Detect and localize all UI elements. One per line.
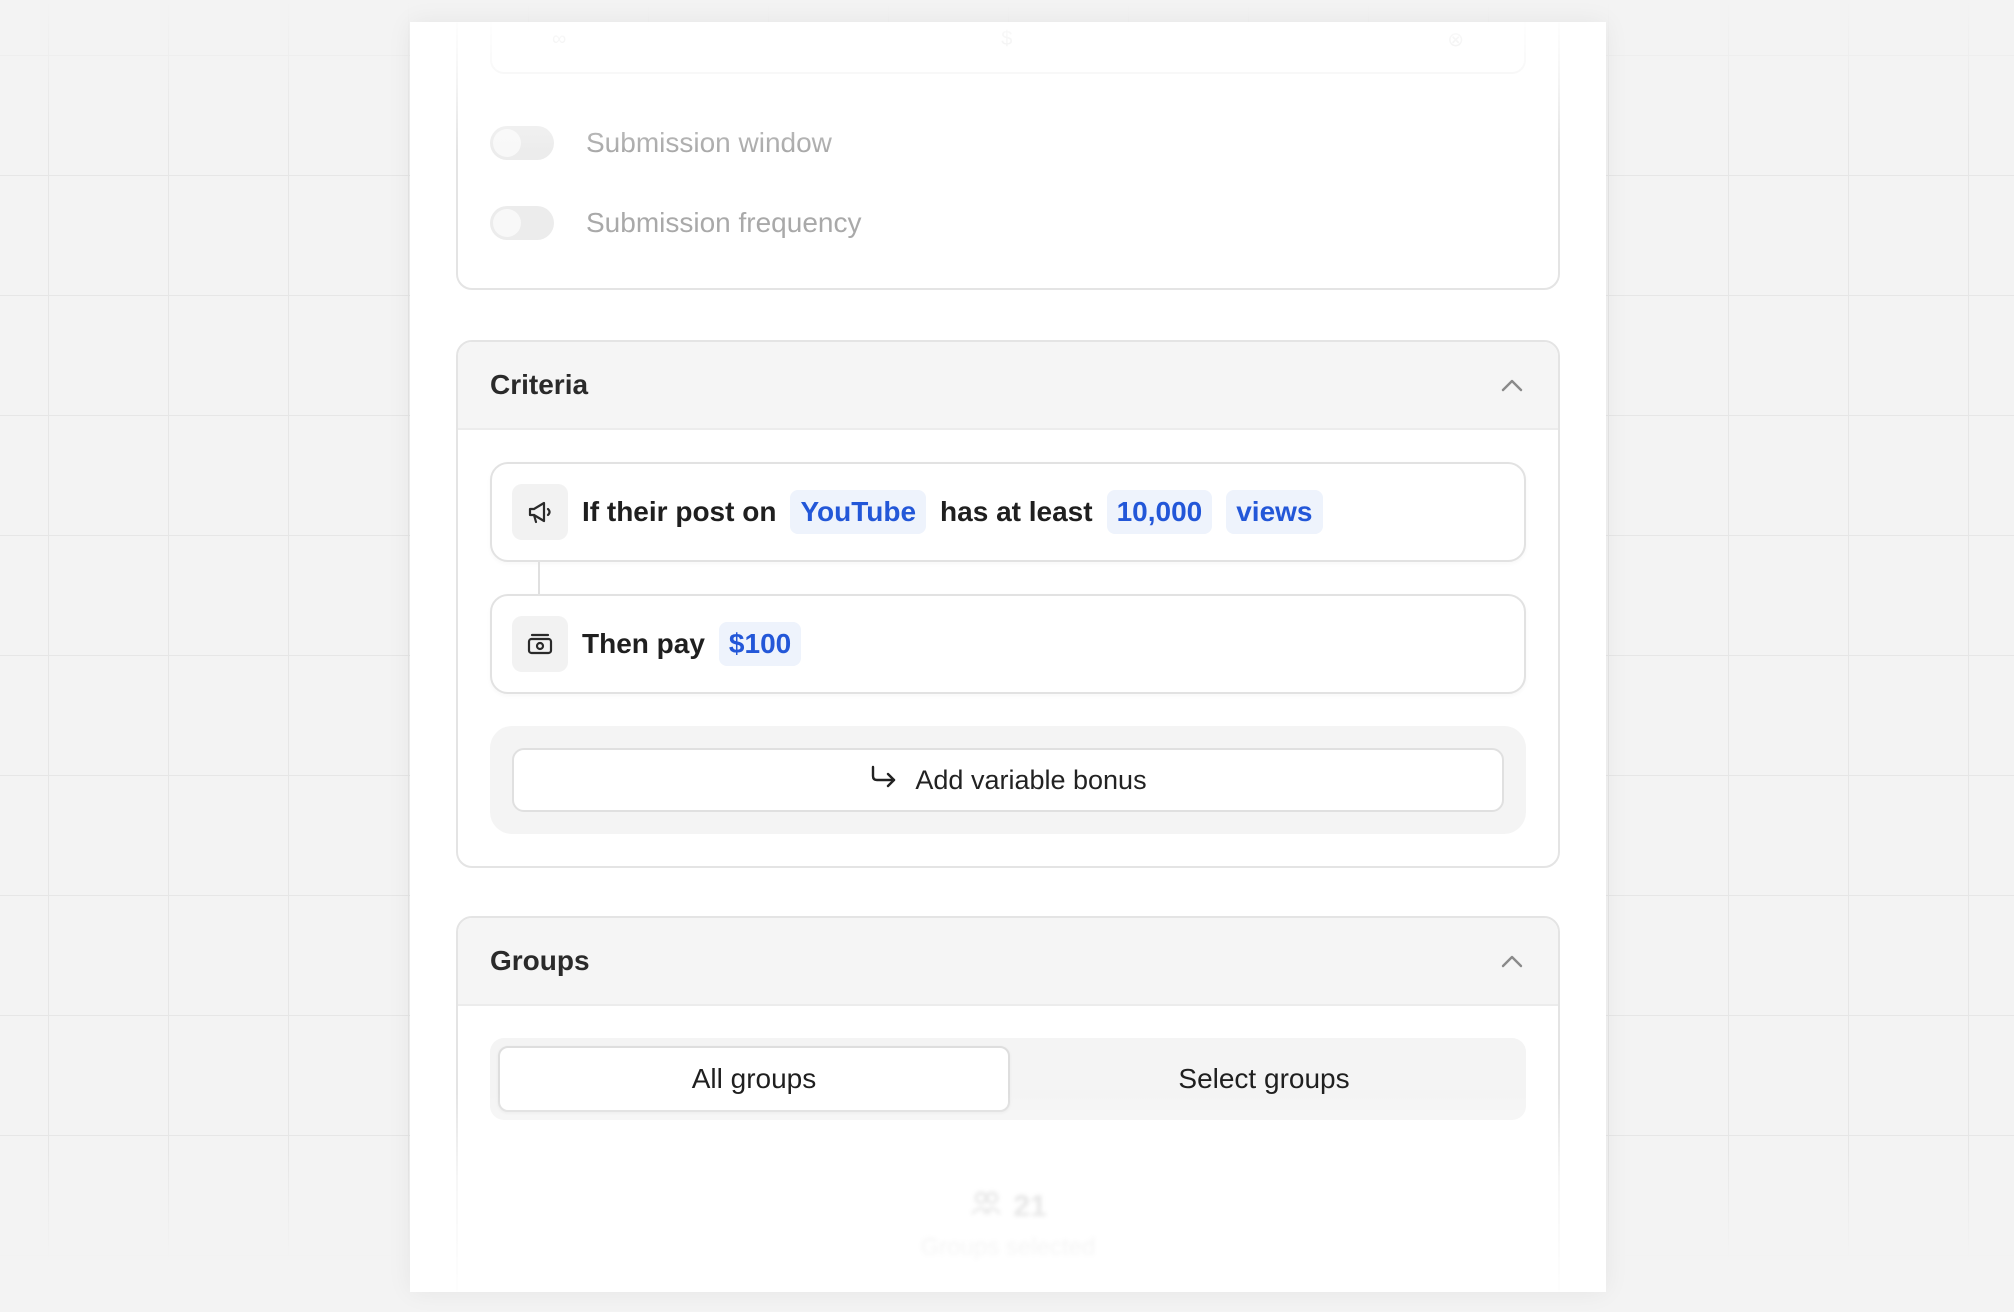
all-groups-option[interactable]: All groups <box>498 1046 1010 1112</box>
strip-value-3: ⊗ <box>1447 28 1464 51</box>
chevron-up-icon[interactable] <box>1498 947 1526 975</box>
submission-window-row[interactable]: Submission window <box>490 126 832 160</box>
add-variable-bonus-button[interactable]: Add variable bonus <box>512 748 1504 812</box>
money-icon <box>512 616 568 672</box>
groups-count-label: Groups selected <box>920 1234 1096 1261</box>
submission-frequency-row[interactable]: Submission frequency <box>490 206 861 240</box>
groups-count: 21 Groups selected <box>458 1188 1558 1262</box>
megaphone-icon <box>512 484 568 540</box>
groups-header[interactable]: Groups <box>458 918 1558 1006</box>
platform-pill[interactable]: YouTube <box>790 490 927 534</box>
criteria-title: Criteria <box>490 369 589 400</box>
amount-pill[interactable]: 10,000 <box>1106 490 1213 534</box>
strip-value-2: $ <box>1001 27 1013 50</box>
groups-segmented-control: All groups Select groups <box>490 1038 1526 1120</box>
submission-window-label: Submission window <box>586 127 832 158</box>
select-groups-option[interactable]: Select groups <box>1010 1046 1518 1112</box>
if-rule[interactable]: If their post on YouTube has at least 10… <box>490 462 1526 562</box>
users-icon <box>969 1188 1003 1226</box>
groups-count-value: 21 <box>1013 1190 1047 1223</box>
modal-panel: ∞ $ ⊗ Submission window Submission frequ… <box>410 22 1606 1292</box>
strip-value-1: ∞ <box>552 27 567 50</box>
metric-pill[interactable]: views <box>1226 490 1323 534</box>
bonus-container: Add variable bonus <box>490 726 1526 834</box>
groups-title: Groups <box>490 945 590 976</box>
rule-connector <box>538 562 540 596</box>
groups-section: Groups All groups Select groups 21 Group… <box>456 916 1560 1292</box>
submission-settings-card: ∞ $ ⊗ Submission window Submission frequ… <box>456 22 1560 290</box>
then-rule[interactable]: Then pay $100 <box>490 594 1526 694</box>
add-variable-bonus-label: Add variable bonus <box>915 764 1147 795</box>
payout-pill[interactable]: $100 <box>718 622 802 666</box>
option-strip: ∞ $ ⊗ <box>490 22 1526 74</box>
submission-frequency-toggle[interactable] <box>490 206 554 240</box>
criteria-header[interactable]: Criteria <box>458 342 1558 430</box>
criteria-section: Criteria If their post on YouTube has at… <box>456 340 1560 868</box>
chevron-up-icon[interactable] <box>1498 371 1526 399</box>
then-prefix: Then pay <box>582 628 705 659</box>
submission-window-toggle[interactable] <box>490 126 554 160</box>
arrow-turn-right-icon <box>869 764 899 797</box>
submission-frequency-label: Submission frequency <box>586 207 862 238</box>
if-middle: has at least <box>940 496 1093 527</box>
if-prefix: If their post on <box>582 496 777 527</box>
